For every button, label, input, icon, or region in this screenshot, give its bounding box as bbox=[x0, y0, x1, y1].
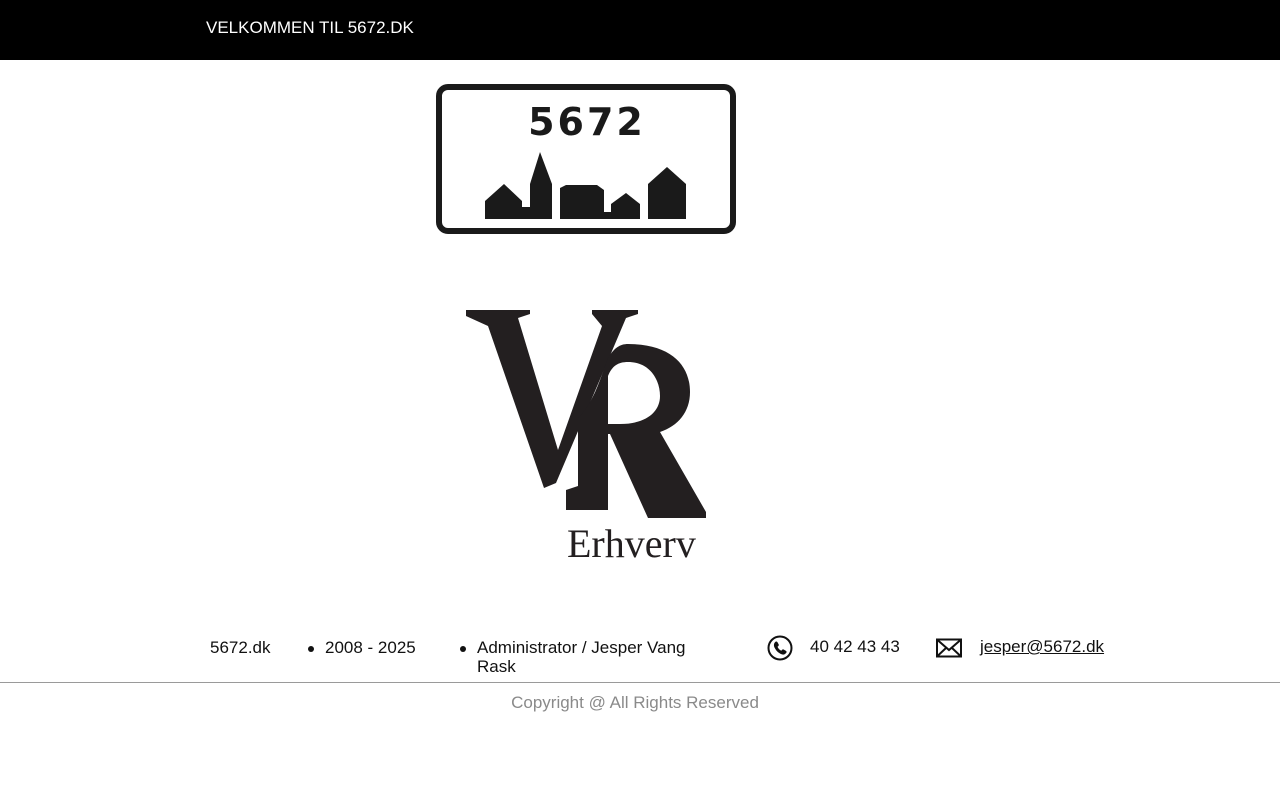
footer-site-name: 5672.dk bbox=[210, 638, 271, 657]
footer-years: 2008 - 2025 bbox=[308, 638, 416, 657]
logo-wordmark: Erhverv bbox=[567, 521, 696, 562]
vr-erhverv-logo: Erhverv bbox=[466, 310, 706, 562]
town-sign-postcode: 5672 bbox=[528, 100, 646, 144]
top-bar: VELKOMMEN TIL 5672.DK bbox=[0, 0, 1280, 60]
footer-email-link[interactable]: jesper@5672.dk bbox=[980, 637, 1104, 657]
site-title: VELKOMMEN TIL 5672.DK bbox=[206, 18, 414, 37]
footer-divider bbox=[0, 682, 1280, 683]
footer-info-row: 5672.dk 2008 - 2025 Administrator / Jesp… bbox=[0, 630, 1280, 682]
mail-icon bbox=[936, 638, 962, 658]
bullet-icon bbox=[460, 646, 466, 652]
footer-years-text: 2008 - 2025 bbox=[325, 638, 416, 657]
footer-administrator-text: Administrator / Jesper Vang Rask bbox=[477, 638, 686, 676]
town-sign-image: 5672 bbox=[436, 84, 736, 234]
bullet-icon bbox=[308, 646, 314, 652]
copyright-text: Copyright @ All Rights Reserved bbox=[511, 693, 759, 712]
footer-phone: 40 42 43 43 bbox=[810, 637, 900, 656]
footer-administrator: Administrator / Jesper Vang Rask bbox=[460, 638, 727, 676]
phone-icon bbox=[767, 635, 793, 661]
